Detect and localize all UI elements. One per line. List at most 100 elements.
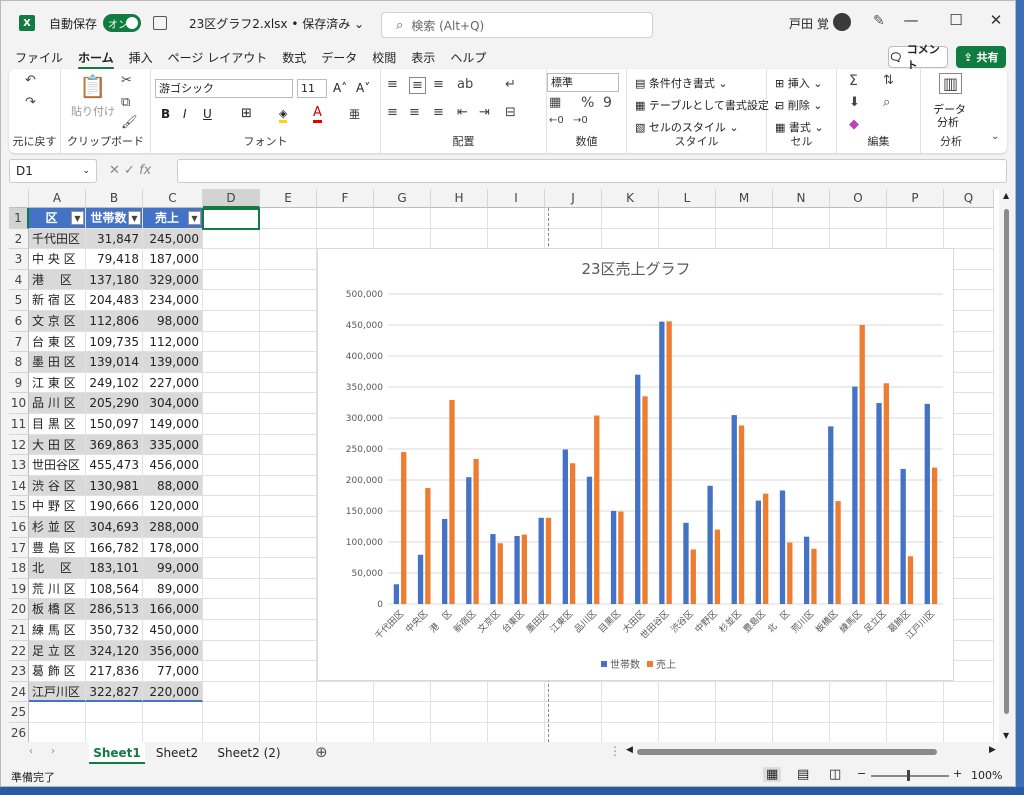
table-cell[interactable]: 456,000 [143, 455, 203, 476]
column-header-C[interactable]: C [143, 189, 203, 208]
empty-cell[interactable] [260, 434, 317, 456]
empty-cell[interactable] [260, 475, 317, 497]
row-header[interactable]: 1 [9, 208, 29, 229]
table-cell[interactable]: 178,000 [143, 537, 203, 559]
empty-cell[interactable] [488, 681, 545, 703]
table-cell[interactable]: 荒 川 区 [29, 578, 86, 600]
empty-cell[interactable] [887, 702, 944, 723]
empty-cell[interactable] [602, 723, 659, 742]
empty-cell[interactable] [773, 723, 830, 742]
column-header-H[interactable]: H [431, 189, 488, 208]
empty-cell[interactable] [203, 558, 260, 579]
empty-cell[interactable] [374, 228, 431, 250]
add-sheet-icon[interactable]: ⊕ [315, 743, 328, 761]
table-cell[interactable]: 249,102 [86, 372, 143, 394]
table-cell[interactable]: 杉 並 区 [29, 517, 86, 538]
empty-cell[interactable] [545, 228, 602, 250]
underline-button[interactable]: U [203, 107, 212, 121]
paste-button[interactable]: 貼り付け [71, 103, 115, 119]
menu-tab-0[interactable]: ファイル [15, 49, 63, 66]
empty-cell[interactable] [260, 228, 317, 250]
table-cell[interactable]: 葛 飾 区 [29, 661, 86, 682]
formula-input[interactable] [177, 159, 1007, 183]
column-header-A[interactable]: A [29, 189, 86, 208]
row-header[interactable]: 4 [9, 269, 29, 291]
increase-decimal-icon[interactable]: ←0 [549, 115, 564, 126]
table-cell[interactable]: 渋 谷 区 [29, 475, 86, 497]
table-cell[interactable]: 204,483 [86, 290, 143, 311]
empty-cell[interactable] [830, 681, 887, 703]
empty-cell[interactable] [260, 414, 317, 435]
table-cell[interactable]: 79,418 [86, 249, 143, 270]
empty-cell[interactable] [203, 290, 260, 311]
menu-tab-4[interactable]: 数式 [282, 49, 306, 66]
increase-indent-icon[interactable]: ⇥ [479, 105, 490, 120]
table-cell[interactable]: 455,473 [86, 455, 143, 476]
column-header-L[interactable]: L [659, 189, 716, 208]
empty-cell[interactable] [260, 269, 317, 291]
collapse-ribbon-icon[interactable]: ⌄ [991, 131, 999, 142]
scroll-up-icon[interactable]: ▲ [1003, 191, 1009, 200]
empty-cell[interactable] [203, 372, 260, 394]
row-header[interactable]: 5 [9, 290, 29, 311]
empty-cell[interactable] [431, 228, 488, 250]
table-cell[interactable]: 166,782 [86, 537, 143, 559]
selected-cell-D1[interactable] [202, 208, 260, 230]
orientation-icon[interactable]: ab [457, 77, 473, 92]
empty-cell[interactable] [203, 475, 260, 497]
border-icon[interactable]: ⊞ [241, 106, 252, 121]
empty-cell[interactable] [545, 702, 602, 723]
percent-icon[interactable]: % [581, 95, 594, 111]
page-layout-icon[interactable]: ▤ [797, 767, 809, 782]
empty-cell[interactable] [374, 702, 431, 723]
chart[interactable]: 23区売上グラフ 0 50,000 100,000 150,000 200,000 250,… [317, 248, 954, 681]
menu-tab-8[interactable]: ヘルプ [450, 49, 486, 66]
empty-cell[interactable] [830, 228, 887, 250]
empty-cell[interactable] [203, 702, 260, 723]
empty-cell[interactable] [830, 208, 887, 229]
empty-cell[interactable] [86, 702, 143, 723]
table-cell[interactable]: 217,836 [86, 661, 143, 682]
table-cell[interactable]: 150,097 [86, 414, 143, 435]
horizontal-scroll-thumb[interactable] [637, 749, 937, 755]
row-header[interactable]: 22 [9, 640, 29, 662]
empty-cell[interactable] [203, 434, 260, 456]
font-color-icon[interactable]: A [313, 105, 322, 123]
empty-cell[interactable] [203, 331, 260, 353]
empty-cell[interactable] [944, 228, 994, 250]
column-header-J[interactable]: J [545, 189, 602, 208]
sheet-tab-1[interactable]: Sheet2 [149, 742, 205, 764]
empty-cell[interactable] [317, 208, 374, 229]
empty-cell[interactable] [773, 702, 830, 723]
empty-cell[interactable] [260, 249, 317, 270]
row-header[interactable]: 10 [9, 393, 29, 414]
table-cell[interactable]: 369,863 [86, 434, 143, 456]
sheet-tab-0[interactable]: Sheet1 [89, 742, 145, 764]
menu-tab-5[interactable]: データ [321, 49, 357, 66]
filter-dropdown-icon[interactable]: ▼ [128, 211, 141, 225]
filter-dropdown-icon[interactable]: ▼ [71, 211, 84, 225]
table-cell[interactable]: 322,827 [86, 681, 143, 703]
table-cell[interactable]: 187,000 [143, 249, 203, 270]
empty-cell[interactable] [317, 702, 374, 723]
minimize-icon[interactable]: — [901, 11, 921, 29]
column-header-N[interactable]: N [773, 189, 830, 208]
table-cell[interactable]: 183,101 [86, 558, 143, 579]
row-header[interactable]: 15 [9, 496, 29, 517]
row-header[interactable]: 9 [9, 372, 29, 394]
table-cell[interactable]: 中 野 区 [29, 496, 86, 517]
empty-cell[interactable] [203, 496, 260, 517]
find-icon[interactable]: ⌕ [883, 95, 890, 110]
row-header[interactable]: 21 [9, 620, 29, 641]
table-cell[interactable]: 北 区 [29, 558, 86, 579]
conditional-format-button[interactable]: ▤ 条件付き書式 ⌄ [635, 75, 728, 91]
data-analysis-icon[interactable]: ▥ [939, 73, 963, 94]
zoom-out-icon[interactable]: − [857, 767, 866, 780]
table-header-cell[interactable]: 世帯数 ▼ [86, 208, 143, 229]
empty-cell[interactable] [944, 681, 994, 703]
copy-icon[interactable]: ⧉ [121, 95, 130, 110]
empty-cell[interactable] [203, 661, 260, 682]
table-cell[interactable]: 板 橋 区 [29, 599, 86, 620]
font-size-select[interactable]: 11 [297, 79, 327, 98]
empty-cell[interactable] [659, 208, 716, 229]
